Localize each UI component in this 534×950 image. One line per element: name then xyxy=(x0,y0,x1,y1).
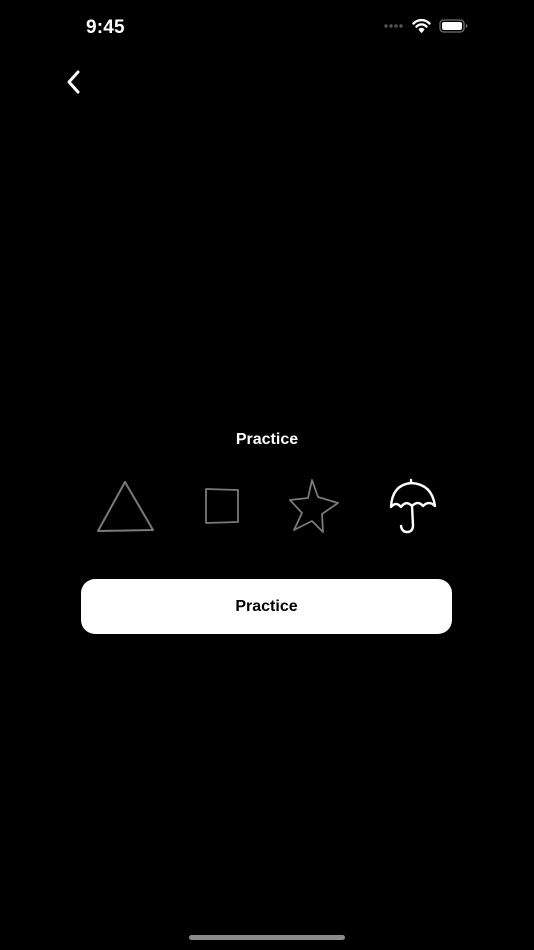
shape-option-triangle[interactable] xyxy=(90,470,162,542)
home-indicator[interactable] xyxy=(189,935,345,940)
shape-option-square[interactable] xyxy=(186,470,258,542)
status-bar: 9:45 xyxy=(0,0,534,56)
wifi-icon xyxy=(412,18,431,33)
status-icons xyxy=(384,18,468,33)
status-time: 9:45 xyxy=(86,17,125,38)
signal-icon xyxy=(384,22,404,30)
triangle-icon xyxy=(90,470,162,542)
square-icon xyxy=(186,470,258,542)
practice-screen: 9:45 Practice Practice xyxy=(0,0,534,950)
practice-title: Practice xyxy=(235,431,299,448)
shape-selector xyxy=(0,470,534,542)
back-button[interactable] xyxy=(56,66,92,102)
shape-option-star[interactable] xyxy=(278,470,350,542)
battery-icon xyxy=(439,18,468,33)
shape-option-umbrella[interactable] xyxy=(376,470,448,542)
practice-button[interactable]: Practice xyxy=(81,579,452,634)
chevron-left-icon xyxy=(64,69,84,100)
star-icon xyxy=(278,470,350,542)
umbrella-icon xyxy=(376,470,448,542)
